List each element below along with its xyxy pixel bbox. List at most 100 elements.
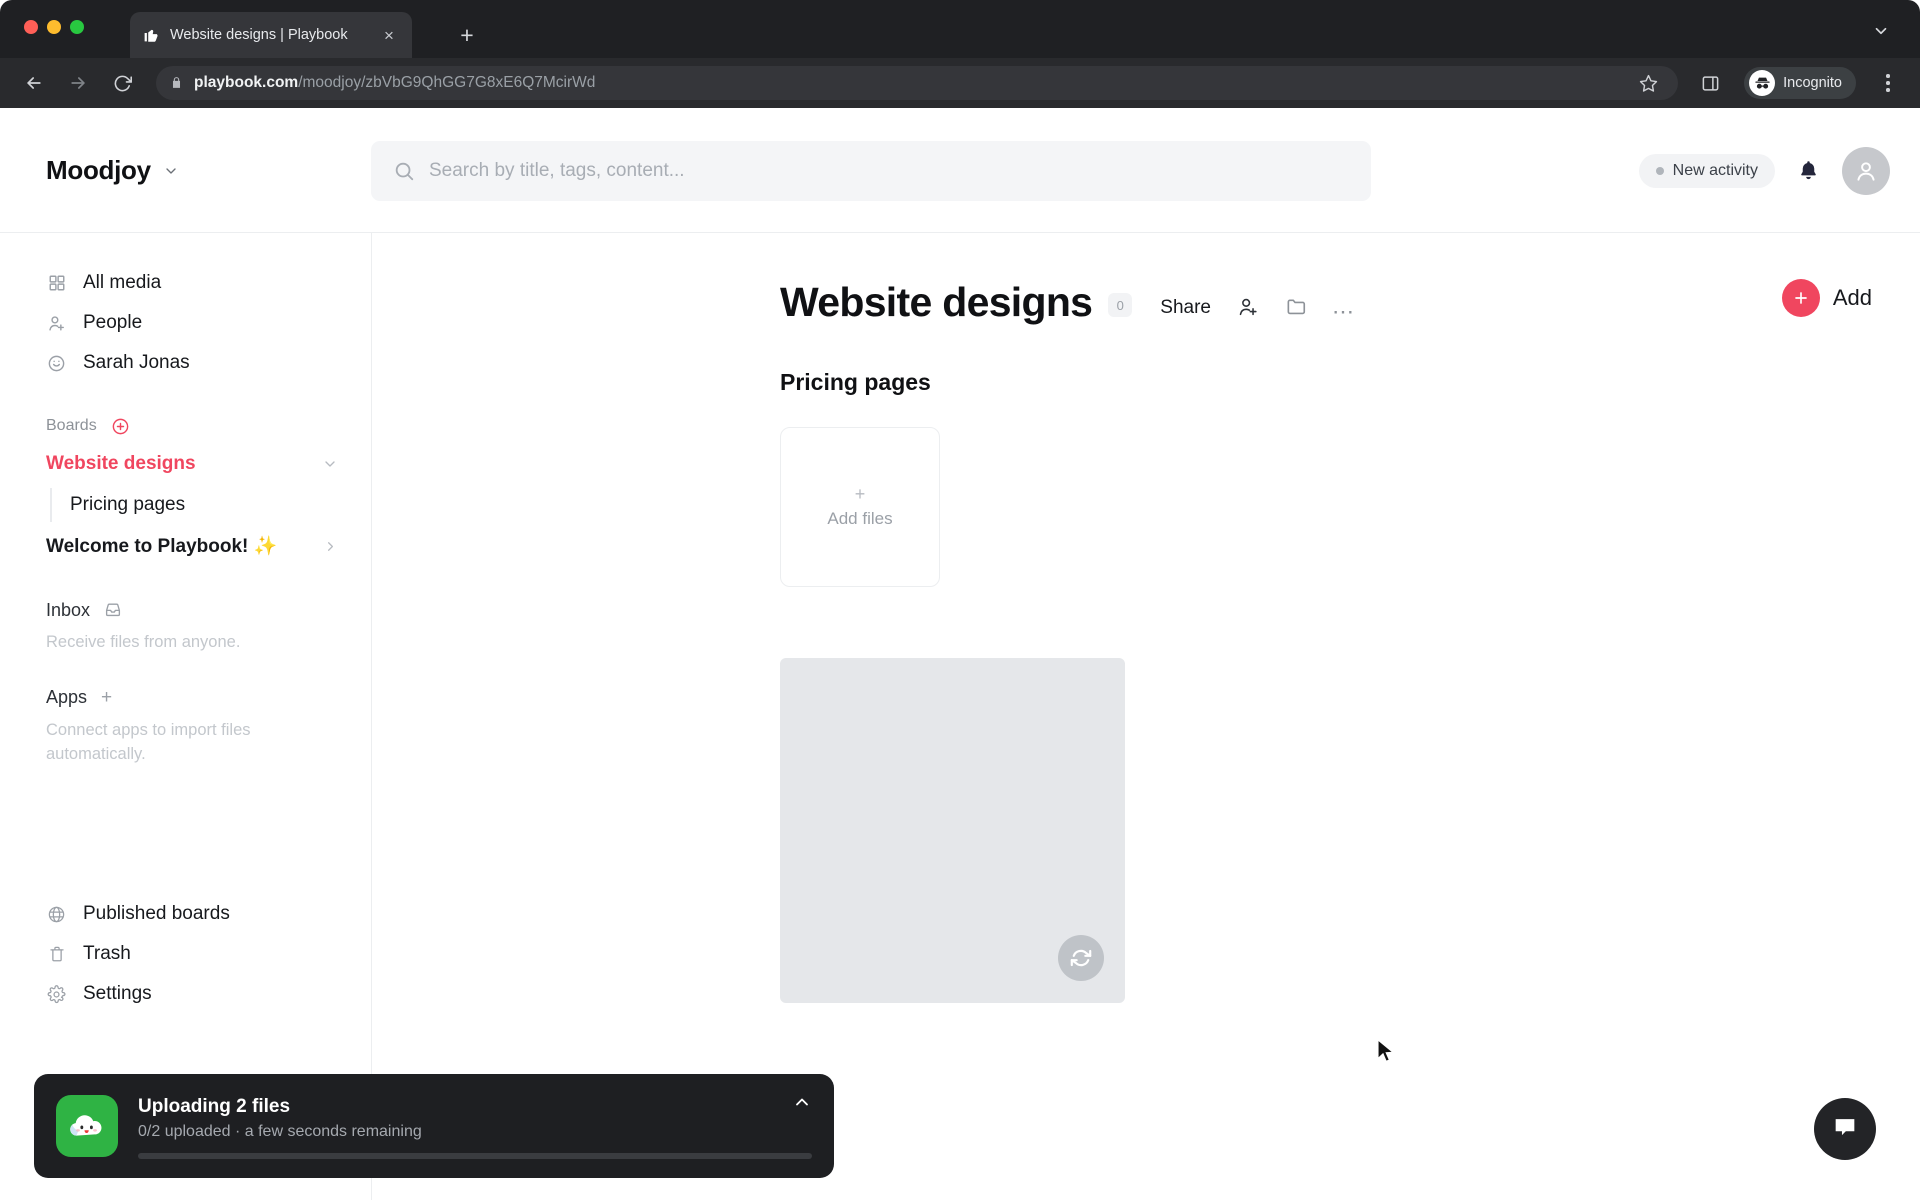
sidebar-item-settings[interactable]: Settings (0, 974, 371, 1014)
person-add-icon (46, 314, 67, 333)
chat-bubble-icon (1831, 1113, 1859, 1146)
thumbs-up-icon (142, 26, 160, 44)
add-button[interactable]: Add (1781, 279, 1872, 317)
sidebar-item-all-media[interactable]: All media (0, 263, 372, 303)
gear-icon (46, 984, 67, 1004)
new-activity-button[interactable]: New activity (1638, 153, 1775, 188)
workspace-switcher[interactable]: Moodjoy (46, 155, 371, 186)
bell-icon[interactable] (1797, 159, 1820, 182)
activity-dot-icon (1655, 166, 1664, 175)
topbar-actions: New activity (1638, 146, 1890, 195)
url-text: playbook.com/moodjoy/zbVbG9QhGG7G8xE6Q7M… (194, 74, 595, 92)
trash-icon (46, 945, 67, 963)
sidebar-board-pricing-pages[interactable]: Pricing pages (46, 485, 372, 525)
close-tab-button[interactable]: × (378, 24, 400, 46)
browser-toolbar: playbook.com/moodjoy/zbVbG9QhGG7G8xE6Q7M… (0, 58, 1920, 108)
sidebar-item-label: Settings (83, 983, 152, 1004)
sidebar-board-website-designs[interactable]: Website designs (0, 443, 372, 485)
avatar[interactable] (1842, 146, 1890, 195)
plus-icon: + (854, 484, 866, 504)
sidebar-item-published-boards[interactable]: Published boards (0, 894, 371, 934)
chevron-up-icon[interactable] (792, 1092, 812, 1112)
close-window-button[interactable] (24, 20, 38, 34)
window-controls (24, 20, 84, 34)
apps-hint: Connect apps to import files automatical… (46, 720, 251, 763)
tray-icon (104, 601, 122, 619)
board-label: Welcome to Playbook! ✨ (46, 536, 278, 557)
add-board-button[interactable] (111, 417, 130, 436)
sidebar: All media People Sarah Jonas Boards Webs… (0, 233, 372, 1200)
search-icon (393, 160, 415, 182)
sidebar-board-welcome-to-playbook[interactable]: Welcome to Playbook! ✨ (0, 525, 372, 567)
boards-label: Boards (46, 417, 97, 434)
maximize-window-button[interactable] (70, 20, 84, 34)
board-child-label: Pricing pages (70, 494, 186, 515)
url-host: playbook.com (194, 74, 299, 91)
browser-chrome: Website designs | Playbook × + playbook.… (0, 0, 1920, 108)
upload-toast: Uploading 2 files 0/2 uploaded · a few s… (34, 1074, 834, 1178)
person-add-icon[interactable] (1237, 296, 1259, 318)
tab-title: Website designs | Playbook (170, 27, 348, 43)
incognito-label: Incognito (1783, 75, 1842, 91)
boards-section-header: Boards (0, 409, 372, 443)
sidebar-item-label: People (83, 312, 143, 333)
main-content: Website designs 0 Share ⋯ Add Pricing pa… (372, 233, 1920, 1200)
kebab-menu-icon[interactable] (1874, 68, 1902, 98)
forward-arrow-icon[interactable] (62, 67, 94, 99)
apps-section-header[interactable]: Apps + (0, 681, 372, 715)
grid-icon (46, 274, 67, 292)
inbox-hint: Receive files from anyone. (46, 633, 241, 651)
chevron-down-icon[interactable] (1868, 18, 1894, 44)
playbook-app: Moodjoy New activity (0, 108, 1920, 1200)
sidebar-item-people[interactable]: People (0, 303, 372, 343)
app-body: All media People Sarah Jonas Boards Webs… (0, 233, 1920, 1200)
sidebar-bottom-nav: Published boards Trash Settings (0, 894, 371, 1014)
section-title: Pricing pages (780, 369, 931, 395)
workspace-name: Moodjoy (46, 155, 151, 185)
address-bar[interactable]: playbook.com/moodjoy/zbVbG9QhGG7G8xE6Q7M… (156, 66, 1679, 100)
share-button[interactable]: Share (1160, 297, 1211, 319)
item-count-badge: 0 (1108, 293, 1133, 317)
incognito-profile-button[interactable]: Incognito (1744, 67, 1856, 99)
smiley-icon (46, 354, 67, 373)
upload-toast-body: Uploading 2 files 0/2 uploaded · a few s… (138, 1094, 812, 1159)
star-icon[interactable] (1632, 67, 1664, 99)
sidebar-item-label: All media (83, 272, 162, 293)
folder-icon[interactable] (1285, 295, 1308, 318)
app-topbar: Moodjoy New activity (0, 108, 1920, 233)
reload-icon[interactable] (106, 67, 138, 99)
sidebar-item-sarah-jonas[interactable]: Sarah Jonas (0, 343, 372, 383)
apps-label: Apps (46, 687, 88, 708)
cloud-face-icon (56, 1095, 118, 1157)
chat-support-button[interactable] (1814, 1098, 1876, 1160)
search-input[interactable] (429, 159, 1349, 182)
media-grid (780, 658, 1920, 1003)
url-path: /moodjoy/zbVbG9QhGG7G8xE6Q7McirWd (298, 74, 596, 91)
sidebar-item-label: Sarah Jonas (83, 352, 190, 373)
chevron-right-icon[interactable] (323, 539, 338, 554)
sidebar-item-trash[interactable]: Trash (0, 934, 371, 974)
upload-progress-bar (138, 1152, 812, 1159)
inbox-section-header[interactable]: Inbox (0, 593, 372, 627)
ellipsis-icon[interactable]: ⋯ (1332, 300, 1356, 322)
incognito-icon (1749, 70, 1776, 96)
media-tile-placeholder[interactable] (780, 658, 1125, 1003)
back-arrow-icon[interactable] (18, 67, 50, 99)
search-bar[interactable] (371, 140, 1371, 201)
page-header: Website designs 0 Share ⋯ (780, 279, 1920, 326)
side-panel-icon[interactable] (1694, 67, 1726, 99)
add-files-dropzone[interactable]: + Add files (780, 427, 940, 587)
lock-icon (170, 76, 184, 90)
chevron-down-icon[interactable] (322, 456, 338, 472)
browser-tab[interactable]: Website designs | Playbook × (130, 12, 412, 58)
tab-strip: Website designs | Playbook × + (0, 0, 1920, 58)
add-files-label: Add files (827, 509, 893, 528)
add-app-button[interactable]: + (101, 688, 112, 707)
upload-title: Uploading 2 files (138, 1095, 291, 1117)
new-tab-button[interactable]: + (452, 20, 482, 50)
minimize-window-button[interactable] (47, 20, 61, 34)
sidebar-item-label: Published boards (83, 903, 230, 924)
add-button-label: Add (1832, 285, 1872, 310)
